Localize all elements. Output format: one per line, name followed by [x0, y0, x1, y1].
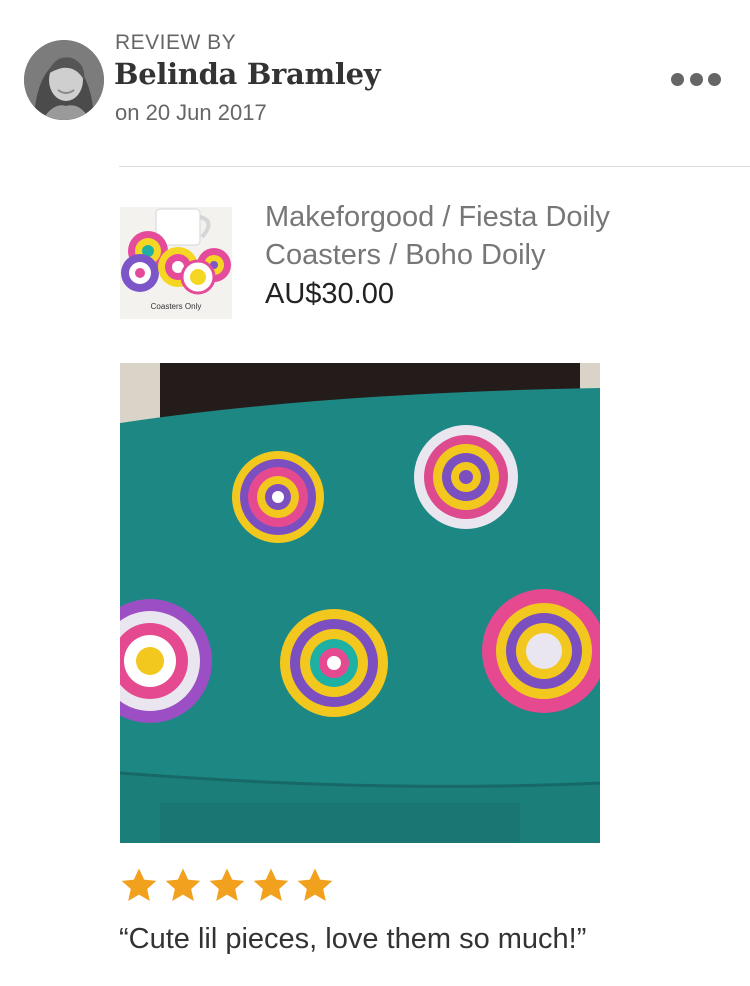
star-icon: [121, 868, 157, 901]
divider: [119, 166, 750, 167]
avatar[interactable]: [24, 40, 104, 120]
star-icon: [165, 868, 201, 901]
review-by-label: REVIEW BY: [115, 31, 237, 54]
reviewer-name[interactable]: Belinda Bramley: [114, 57, 381, 91]
listing-price: AU$30.00: [265, 278, 394, 310]
more-horizontal-icon: [708, 72, 721, 86]
more-horizontal-icon: [671, 72, 684, 86]
listing-thumbnail[interactable]: Coasters Only: [120, 207, 232, 319]
review-photo[interactable]: [120, 363, 600, 843]
thumbnail-caption: Coasters Only: [150, 302, 202, 311]
review-date: on 20 Jun 2017: [115, 100, 267, 125]
star-rating: [119, 866, 335, 906]
avatar-photo: [24, 40, 104, 120]
more-options-button[interactable]: [668, 64, 724, 94]
review-text: “Cute lil pieces, love them so much!”: [119, 923, 587, 955]
more-horizontal-icon: [689, 72, 703, 86]
review-photo-image: [120, 363, 600, 843]
star-icon: [297, 868, 333, 901]
star-icon: [209, 868, 245, 901]
star-icon: [253, 868, 289, 901]
listing-title[interactable]: Makeforgood / Fiesta Doily Coasters / Bo…: [265, 198, 725, 274]
